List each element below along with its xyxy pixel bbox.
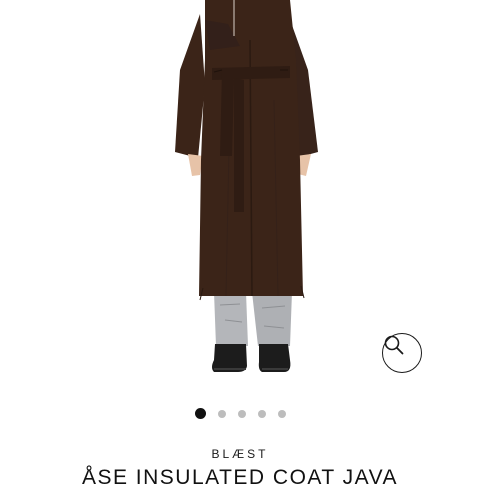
zoom-button[interactable]: [382, 333, 422, 373]
pagination-dot-3[interactable]: [237, 409, 246, 418]
magnifier-icon: [384, 335, 404, 355]
product-title: ÅSE INSULATED COAT JAVA: [81, 466, 399, 489]
pagination-dot-1[interactable]: [194, 408, 206, 419]
pagination-dot-2[interactable]: [217, 409, 226, 418]
product-image-gallery[interactable]: [0, 0, 480, 395]
gallery-pagination: [0, 408, 480, 419]
pagination-dot-5[interactable]: [277, 409, 286, 418]
brand-name[interactable]: BLÆST: [0, 447, 480, 461]
pagination-dot-4[interactable]: [257, 409, 266, 418]
